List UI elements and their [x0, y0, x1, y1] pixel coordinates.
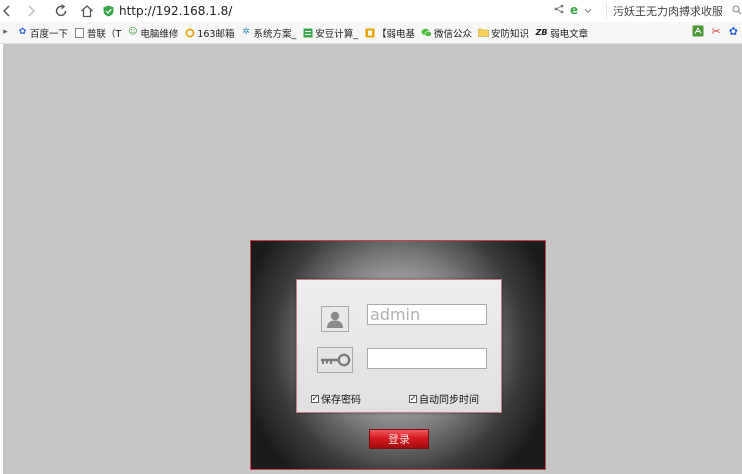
router-login-frame: ✓ 保存密码 ✓ 自动同步时间 登录 — [250, 240, 546, 470]
bookmark-item[interactable]: ZB 弱电文章 — [535, 26, 588, 40]
bookmark-item[interactable]: 163邮箱 — [184, 26, 234, 40]
chevron-right-icon: ▸ — [3, 27, 8, 37]
paw-icon: ✿ — [18, 27, 27, 37]
bookmark-label: 【弱电基 — [377, 28, 416, 40]
bookmark-item[interactable]: 安豆计算_ — [302, 26, 358, 40]
remember-password-label: 保存密码 — [321, 395, 361, 406]
search-icon[interactable] — [732, 4, 742, 18]
browser-engine-icon[interactable]: e — [570, 3, 578, 17]
checkbox-checked-icon: ✓ — [311, 393, 319, 403]
bookmark-label: 安豆计算_ — [315, 28, 359, 40]
book-icon — [364, 27, 375, 38]
checkbox-checked-icon: ✓ — [409, 393, 417, 403]
browser-toolbar: http://192.168.1.8/ e 污妖王无力肉搏求收服 — [0, 0, 742, 22]
shield-icon — [102, 5, 114, 17]
bookmarks-overflow[interactable]: ▸ — [0, 27, 13, 38]
refresh-icon[interactable] — [50, 0, 72, 22]
auto-sync-time-label: 自动同步时间 — [419, 395, 479, 406]
zb-icon: ZB — [535, 27, 548, 37]
bookmarks-tools: ✂ ✿ — [692, 25, 738, 40]
url-text: http://192.168.1.8/ — [119, 4, 233, 18]
bookmark-item[interactable]: 【弱电基 — [364, 26, 415, 40]
chevron-down-icon[interactable] — [584, 4, 592, 17]
address-bar[interactable]: http://192.168.1.8/ — [102, 2, 590, 20]
bookmark-label: 微信公众 — [434, 28, 473, 40]
login-button[interactable]: 登录 — [369, 429, 429, 449]
remember-password-checkbox[interactable]: ✓ 保存密码 — [311, 391, 361, 406]
gear-icon: ✲ — [242, 27, 250, 37]
bookmark-label: 普联（T — [87, 28, 122, 40]
forward-icon[interactable] — [20, 0, 42, 22]
wechat-icon — [421, 27, 432, 38]
share-icon[interactable] — [554, 4, 564, 17]
bookmark-item[interactable]: 微信公众 — [421, 26, 472, 40]
user-icon — [321, 306, 349, 332]
document-icon — [74, 27, 85, 38]
left-border — [0, 44, 3, 474]
scissors-icon[interactable]: ✂ — [712, 25, 721, 40]
translate-icon[interactable] — [692, 25, 704, 40]
bookmarks-bar: ▸ ✿ 百度一下 普联（T ☺ 电脑维修 163邮箱 ✲ 系统方案_ 安豆计算_… — [0, 22, 742, 44]
folder-icon — [478, 27, 489, 38]
search-box[interactable]: 污妖王无力肉搏求收服 — [606, 3, 742, 19]
bookmark-label: 系统方案_ — [253, 28, 297, 40]
bookmark-item[interactable]: ✲ 系统方案_ — [240, 26, 296, 40]
bookmark-label: 163邮箱 — [197, 28, 235, 40]
grid-icon — [302, 27, 313, 38]
bookmark-label: 电脑维修 — [140, 28, 179, 40]
people-icon: ☺ — [128, 27, 138, 37]
page-content: ✓ 保存密码 ✓ 自动同步时间 登录 — [0, 44, 742, 474]
back-icon[interactable] — [0, 0, 14, 22]
username-input[interactable] — [367, 304, 487, 325]
password-input[interactable] — [367, 348, 487, 369]
bookmark-item[interactable]: ☺ 电脑维修 — [127, 26, 178, 40]
bookmark-item[interactable]: 普联（T — [74, 26, 121, 40]
address-bar-tools: e — [554, 3, 592, 17]
auto-sync-time-checkbox[interactable]: ✓ 自动同步时间 — [409, 391, 479, 406]
login-panel: ✓ 保存密码 ✓ 自动同步时间 — [296, 279, 502, 413]
bookmark-item[interactable]: 安防知识 — [478, 26, 529, 40]
bookmark-label: 安防知识 — [491, 28, 530, 40]
search-text: 污妖王无力肉搏求收服 — [613, 5, 722, 18]
bookmark-item[interactable]: ✿ 百度一下 — [17, 26, 68, 40]
bookmark-label: 弱电文章 — [550, 28, 589, 40]
bookmark-label: 百度一下 — [30, 28, 69, 40]
ring-icon — [184, 27, 195, 38]
paw-tool-icon[interactable]: ✿ — [729, 25, 738, 40]
home-icon[interactable] — [76, 0, 98, 22]
key-icon — [317, 347, 353, 373]
